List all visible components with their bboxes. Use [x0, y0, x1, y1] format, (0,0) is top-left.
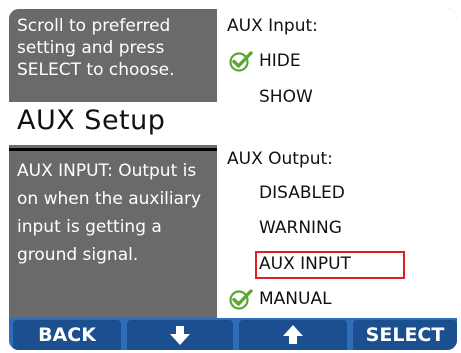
instruction-text: Scroll to preferred setting and press SE…: [17, 16, 175, 80]
info-panel: Scroll to preferred setting and press SE…: [9, 9, 217, 318]
description-text: AUX INPUT: Output is on when the auxilia…: [17, 161, 202, 265]
page-title: AUX Setup: [17, 105, 166, 136]
device-screen: Scroll to preferred setting and press SE…: [9, 9, 457, 350]
option-manual[interactable]: MANUAL: [259, 289, 332, 309]
softkey-bar: BACK SELECT: [9, 318, 457, 350]
select-button[interactable]: SELECT: [353, 320, 457, 350]
aux-output-header: AUX Output:: [227, 149, 333, 169]
title-bar: AUX Setup: [9, 102, 217, 145]
option-disabled[interactable]: DISABLED: [259, 183, 345, 203]
check-icon: [229, 51, 253, 72]
option-warning[interactable]: WARNING: [259, 218, 342, 238]
scroll-down-button[interactable]: [127, 320, 233, 350]
option-show[interactable]: SHOW: [259, 87, 313, 107]
arrow-up-icon: [283, 325, 303, 344]
check-icon: [229, 289, 253, 310]
back-button[interactable]: BACK: [13, 320, 121, 350]
options-panel: AUX Input: HIDE SHOW AUX Output: DISABLE…: [217, 9, 457, 318]
scroll-up-button[interactable]: [239, 320, 347, 350]
aux-input-header: AUX Input:: [227, 16, 318, 36]
title-divider: [9, 148, 217, 151]
option-hide[interactable]: HIDE: [259, 51, 301, 71]
option-aux-input[interactable]: AUX INPUT: [259, 254, 351, 274]
arrow-down-icon: [170, 326, 190, 345]
